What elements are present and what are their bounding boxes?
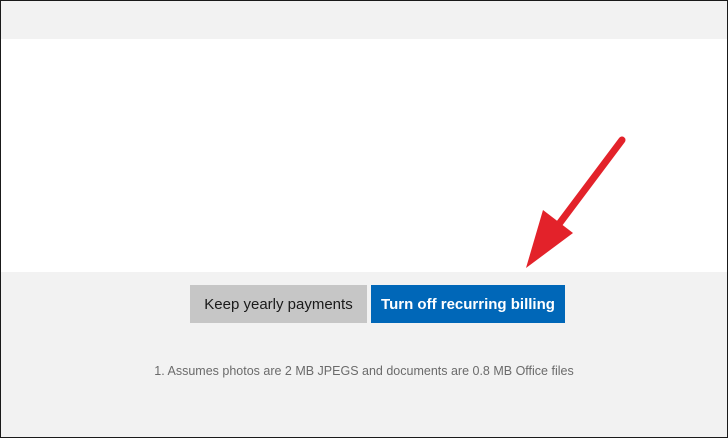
storage-footnote: 1. Assumes photos are 2 MB JPEGS and doc… [154, 364, 574, 378]
action-buttons: Keep yearly payments Turn off recurring … [190, 285, 565, 323]
turn-off-recurring-billing-button[interactable]: Turn off recurring billing [371, 285, 565, 323]
keep-yearly-payments-button[interactable]: Keep yearly payments [190, 285, 367, 323]
top-band [1, 1, 727, 39]
content-panel [1, 39, 727, 272]
